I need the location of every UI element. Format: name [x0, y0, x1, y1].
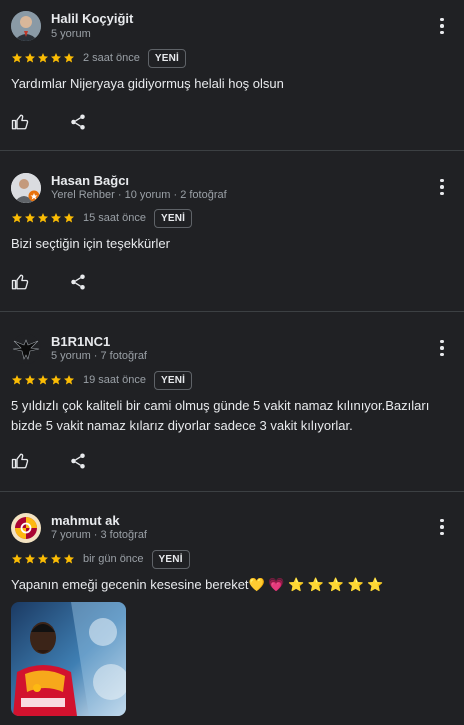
- star-icon: [38, 53, 48, 63]
- star-icon: [12, 375, 22, 385]
- star-icon: [64, 375, 74, 385]
- thumbs-up-icon: [11, 453, 29, 469]
- reviewer-name[interactable]: mahmut ak: [51, 513, 120, 528]
- more-options-button[interactable]: [430, 14, 454, 38]
- more-options-button[interactable]: [430, 336, 454, 360]
- reviewer-avatar[interactable]: [11, 173, 41, 203]
- new-badge: YENİ: [147, 48, 187, 68]
- star-icon: [25, 53, 35, 63]
- star-icon: [51, 213, 61, 223]
- star-icon: [38, 213, 48, 223]
- star-icon: [64, 554, 74, 564]
- review-card: B1R1NC1 5 yorum · 7 fotoğraf 19 saat önc…: [0, 312, 464, 492]
- reviewer-name[interactable]: B1R1NC1: [51, 334, 110, 349]
- new-badge: YENİ: [151, 549, 190, 569]
- review-time: 2 saat önce: [83, 52, 140, 64]
- football-player-photo-icon: [11, 602, 126, 716]
- review-card: mahmut ak 7 yorum · 3 fotoğraf bir gün ö…: [0, 492, 464, 725]
- review-card: Halil Koçyiğit 5 yorum 2 saat önce YENİ …: [0, 0, 464, 151]
- star-icon: [25, 554, 35, 564]
- review-text: Yardımlar Nijeryaya gidiyormuş helali ho…: [11, 76, 284, 91]
- share-button[interactable]: [69, 452, 89, 472]
- star-icon: [64, 53, 74, 63]
- rating-row: 2 saat önce YENİ: [11, 48, 187, 68]
- reviewer-avatar[interactable]: [11, 11, 41, 41]
- review-time: 15 saat önce: [83, 212, 146, 224]
- local-guide-avatar-icon: [11, 173, 41, 203]
- share-icon: [71, 453, 85, 469]
- star-icon: [51, 554, 61, 564]
- reviewer-avatar[interactable]: [11, 334, 41, 364]
- eagle-avatar-icon: [11, 334, 41, 364]
- star-icon: [64, 213, 74, 223]
- review-text: Yapanın emeği gecenin kesesine bereket💛 …: [11, 577, 384, 592]
- review-text: 5 yıldızlı çok kaliteli bir cami olmuş g…: [11, 398, 430, 433]
- star-rating: [11, 553, 75, 565]
- more-options-button[interactable]: [430, 515, 454, 539]
- reviewer-name[interactable]: Hasan Bağcı: [51, 173, 129, 188]
- reviewer-name[interactable]: Halil Koçyiğit: [51, 11, 133, 26]
- star-icon: [51, 53, 61, 63]
- star-icon: [25, 213, 35, 223]
- star-rating: [11, 212, 75, 224]
- star-icon: [38, 554, 48, 564]
- review-text: Bizi seçtiğin için teşekkürler: [11, 236, 170, 251]
- star-icon: [12, 213, 22, 223]
- new-badge: YENİ: [154, 208, 193, 228]
- review-photo[interactable]: [11, 602, 126, 716]
- star-rating: [11, 374, 75, 386]
- person-photo-avatar-icon: [11, 11, 41, 41]
- new-badge: YENİ: [154, 370, 193, 390]
- star-icon: [38, 375, 48, 385]
- galatasaray-logo-avatar-icon: [11, 513, 41, 543]
- reviewer-meta: 7 yorum · 3 fotoğraf: [51, 529, 147, 541]
- like-button[interactable]: [11, 452, 31, 472]
- like-button[interactable]: [11, 273, 31, 293]
- rating-row: 19 saat önce YENİ: [11, 370, 193, 390]
- like-button[interactable]: [11, 113, 31, 133]
- more-options-button[interactable]: [430, 175, 454, 199]
- star-icon: [12, 554, 22, 564]
- reviewer-meta: 5 yorum · 7 fotoğraf: [51, 350, 147, 362]
- thumbs-up-icon: [11, 274, 29, 290]
- star-icon: [25, 375, 35, 385]
- share-button[interactable]: [69, 273, 89, 293]
- share-icon: [71, 274, 85, 290]
- review-time: 19 saat önce: [83, 374, 146, 386]
- thumbs-up-icon: [11, 114, 29, 130]
- star-rating: [11, 52, 75, 64]
- share-button[interactable]: [69, 113, 89, 133]
- review-card: Hasan Bağcı Yerel Rehber · 10 yorum · 2 …: [0, 151, 464, 312]
- review-time: bir gün önce: [83, 553, 144, 565]
- star-icon: [12, 53, 22, 63]
- reviewer-meta: 5 yorum: [51, 28, 91, 40]
- reviewer-avatar[interactable]: [11, 513, 41, 543]
- rating-row: bir gün önce YENİ: [11, 549, 190, 569]
- share-icon: [71, 114, 85, 130]
- star-icon: [51, 375, 61, 385]
- rating-row: 15 saat önce YENİ: [11, 208, 193, 228]
- reviewer-meta: Yerel Rehber · 10 yorum · 2 fotoğraf: [51, 189, 227, 201]
